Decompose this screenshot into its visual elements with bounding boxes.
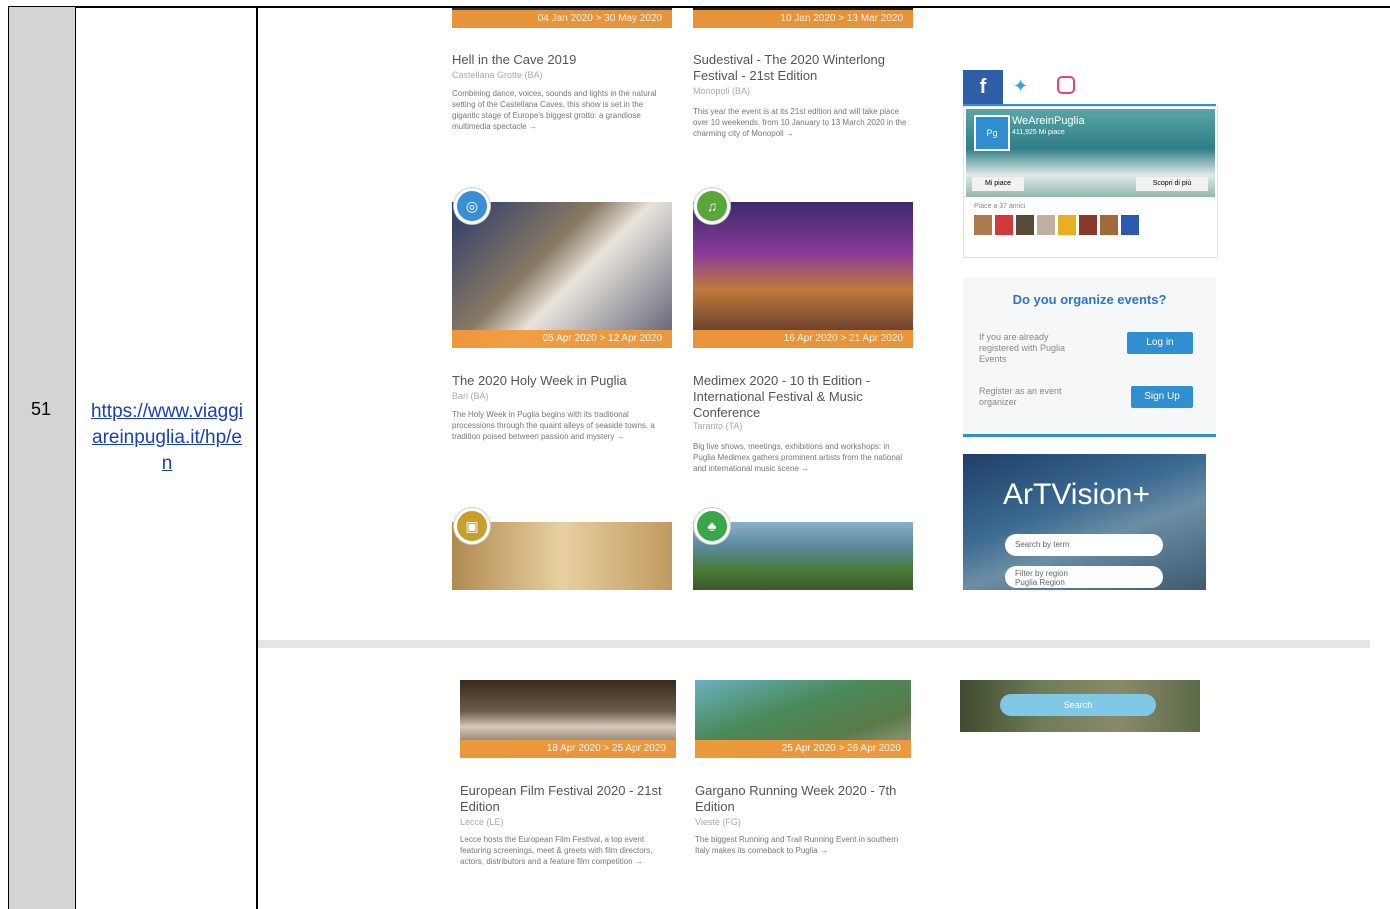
event-image[interactable]: 16 Apr 2020 > 21 Apr 2020 — [693, 202, 913, 348]
event-description: Lecce hosts the European Film Festival, … — [460, 835, 653, 866]
friends-text: Piace a 37 amici — [974, 203, 1026, 210]
nature-category-icon: ♣ — [694, 508, 730, 544]
page-name[interactable]: WeAreinPuglia — [1012, 115, 1085, 127]
event-description: The Holy Week in Puglia begins with its … — [452, 410, 655, 441]
culture-category-icon: ◎ — [454, 188, 490, 224]
event-date: 05 Apr 2020 > 12 Apr 2020 — [452, 330, 672, 348]
ad-search-banner: Search — [960, 680, 1200, 732]
event-image[interactable]: 25 Apr 2020 > 26 Apr 2020 — [695, 680, 911, 758]
event-image[interactable]: 18 Apr 2020 > 25 Apr 2020 — [460, 680, 676, 758]
facebook-page-box: Pg WeAreinPuglia 411,925 Mi piace Mi pia… — [963, 106, 1218, 258]
filter-label: Filter by region — [1015, 569, 1068, 578]
ad-filter-select[interactable]: Filter by region Puglia Region — [1005, 566, 1163, 588]
event-date: 25 Apr 2020 > 26 Apr 2020 — [695, 740, 911, 758]
event-title[interactable]: European Film Festival 2020 - 21st Editi… — [460, 783, 676, 815]
event-title[interactable]: Gargano Running Week 2020 - 7th Edition — [695, 783, 905, 815]
event-title[interactable]: Sudestival - The 2020 Winterlong Festiva… — [693, 52, 908, 84]
event-description: The biggest Running and Trail Running Ev… — [695, 835, 899, 855]
url-line[interactable]: n — [77, 451, 257, 477]
music-category-icon: ♫ — [694, 188, 730, 224]
event-location: Lecce (LE) — [460, 817, 504, 827]
event-location: Bari (BA) — [452, 391, 489, 401]
ad-title: ArTVision+ — [1003, 478, 1151, 511]
row-number-cell — [8, 7, 76, 909]
register-text: Register as an event organizer — [979, 386, 1062, 407]
ad-search-input[interactable]: Search by term — [1005, 534, 1163, 556]
event-date: 04 Jan 2020 > 30 May 2020 — [452, 10, 672, 28]
signup-button[interactable]: Sign Up — [1131, 386, 1193, 408]
event-location: Taranto (TA) — [693, 421, 743, 431]
section-divider — [258, 640, 1370, 648]
organize-title: Do you organize events? — [1012, 292, 1167, 307]
ad-search-button[interactable]: Search — [1000, 694, 1156, 716]
page-likes: 411,925 Mi piace — [1012, 129, 1065, 136]
event-image[interactable]: 05 Apr 2020 > 12 Apr 2020 — [452, 202, 672, 348]
event-description: Combining dance, voices, sounds and ligh… — [452, 89, 657, 131]
event-description: Big live shows, meetings, exhibitions an… — [693, 442, 902, 473]
like-button[interactable]: Mi piace — [972, 177, 1024, 191]
event-title[interactable]: Medimex 2020 - 10 th Edition - Internati… — [693, 373, 908, 421]
event-date: 10 Jan 2020 > 13 Mar 2020 — [693, 10, 913, 28]
event-description: This year the event is at its 21st editi… — [693, 107, 907, 138]
organize-events-box: Do you organize events? If you are alrea… — [963, 278, 1216, 437]
registered-text: If you are already registered with Pugli… — [979, 332, 1066, 364]
facebook-cover: Pg WeAreinPuglia 411,925 Mi piace Mi pia… — [966, 109, 1215, 197]
event-date: 18 Apr 2020 > 25 Apr 2020 — [460, 740, 676, 758]
event-image[interactable]: 10 Jan 2020 > 13 Mar 2020 — [693, 8, 913, 28]
facebook-icon[interactable]: f — [963, 70, 1003, 104]
friends-avatars — [974, 215, 1164, 237]
social-widget: f ✦ Pg WeAreinPuglia 411,925 Mi piace Mi… — [963, 70, 1218, 258]
instagram-icon[interactable] — [1057, 76, 1075, 94]
twitter-icon[interactable]: ✦ — [1013, 76, 1028, 97]
event-title[interactable]: Hell in the Cave 2019 — [452, 52, 672, 68]
artvision-ad[interactable]: ArTVision+ Search by term Filter by regi… — [963, 454, 1206, 590]
url-link[interactable]: https://www.viaggi areinpuglia.it/hp/e n — [77, 399, 257, 477]
event-image[interactable]: 04 Jan 2020 > 30 May 2020 — [452, 8, 672, 28]
event-location: Monopoli (BA) — [693, 86, 751, 96]
url-line[interactable]: areinpuglia.it/hp/e — [77, 425, 257, 451]
event-title[interactable]: The 2020 Holy Week in Puglia — [452, 373, 672, 389]
website-screenshot: 04 Jan 2020 > 30 May 2020 10 Jan 2020 > … — [258, 8, 1390, 909]
food-category-icon: ▣ — [454, 508, 490, 544]
url-line[interactable]: https://www.viaggi — [77, 399, 257, 425]
share-button[interactable]: Scopri di più — [1136, 177, 1208, 191]
login-button[interactable]: Log in — [1127, 332, 1193, 354]
event-location: Castellana Grotte (BA) — [452, 70, 543, 80]
row-number: 51 — [30, 399, 52, 419]
page-logo: Pg — [974, 115, 1010, 151]
filter-value: Puglia Region — [1015, 578, 1065, 587]
event-location: Vieste (FG) — [695, 817, 741, 827]
event-date: 16 Apr 2020 > 21 Apr 2020 — [693, 330, 913, 348]
